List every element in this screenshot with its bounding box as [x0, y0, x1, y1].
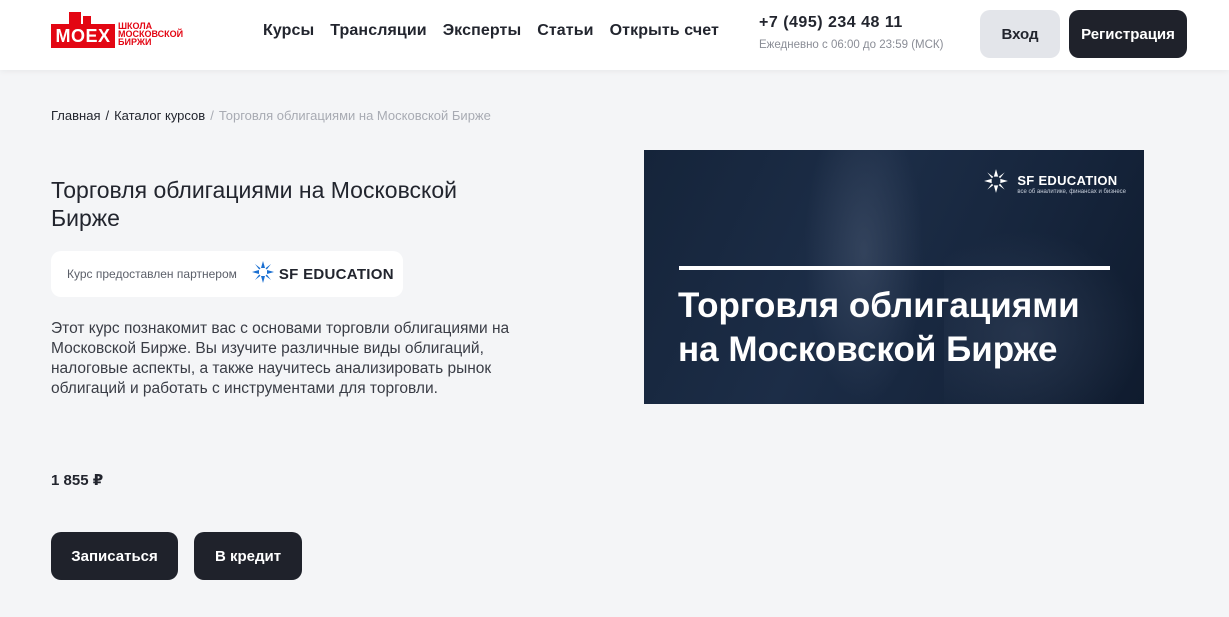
breadcrumb-catalog[interactable]: Каталог курсов	[114, 108, 205, 123]
banner-brand-text: SF EDUCATION все об аналитике, финансах …	[1017, 173, 1126, 195]
contact-block: +7 (495) 234 48 11 Ежедневно с 06:00 до …	[759, 14, 943, 51]
logo-subtitle: ШКОЛА МОСКОВСКОЙ БИРЖИ	[118, 22, 183, 47]
banner-title-line: на Московской Бирже	[678, 330, 1058, 369]
banner-brand-name: SF EDUCATION	[1017, 172, 1118, 188]
breadcrumb-separator: /	[105, 108, 110, 123]
nav-courses[interactable]: Курсы	[263, 22, 314, 40]
course-description: Этот курс познакомит вас с основами торг…	[51, 320, 510, 397]
nav-open-account[interactable]: Открыть счет	[610, 22, 719, 40]
course-price: 1 855 ₽	[51, 472, 104, 489]
site-header: MOEX ШКОЛА МОСКОВСКОЙ БИРЖИ Курсы Трансл…	[0, 0, 1229, 70]
partner-badge: Курс предоставлен партнером SF EDUCATION	[51, 251, 403, 297]
breadcrumb-separator: /	[210, 108, 214, 123]
sf-education-star-icon	[251, 260, 275, 289]
nav-experts[interactable]: Эксперты	[443, 22, 522, 40]
phone-number[interactable]: +7 (495) 234 48 11	[759, 14, 943, 32]
banner-title: Торговля облигациями на Московской Бирже	[678, 284, 1128, 372]
working-hours: Ежедневно с 06:00 до 23:59 (МСК)	[759, 39, 944, 51]
nav-broadcasts[interactable]: Трансляции	[330, 22, 426, 40]
main-nav: Курсы Трансляции Эксперты Статьи Открыть…	[263, 22, 719, 40]
partner-logo[interactable]: SF EDUCATION	[251, 260, 394, 289]
enroll-button[interactable]: Записаться	[51, 532, 178, 580]
login-button[interactable]: Вход	[980, 10, 1060, 58]
moex-logo-mark: MOEX	[51, 12, 115, 48]
logo-square	[69, 12, 81, 24]
logo-square-small	[83, 16, 91, 24]
banner-title-line: Торговля облигациями	[678, 286, 1080, 325]
banner-brand: SF EDUCATION все об аналитике, финансах …	[983, 168, 1126, 199]
logo-wordmark: MOEX	[51, 24, 115, 48]
partner-label: Курс предоставлен партнером	[67, 267, 237, 281]
banner-brand-tagline: все об аналитике, финансах и бизнесе	[1017, 188, 1126, 195]
register-button[interactable]: Регистрация	[1069, 10, 1187, 58]
nav-articles[interactable]: Статьи	[537, 22, 593, 40]
breadcrumb-home[interactable]: Главная	[51, 108, 100, 123]
banner-divider	[679, 266, 1110, 270]
breadcrumb: Главная / Каталог курсов / Торговля обли…	[51, 108, 491, 123]
moex-logo[interactable]: MOEX ШКОЛА МОСКОВСКОЙ БИРЖИ	[51, 12, 183, 48]
breadcrumb-current: Торговля облигациями на Московской Бирже	[218, 108, 491, 123]
sf-education-star-icon	[983, 168, 1009, 199]
logo-subtitle-line: БИРЖИ	[118, 37, 152, 47]
page-title: Торговля облигациями на Московской Бирже	[51, 177, 457, 231]
partner-name: SF EDUCATION	[278, 265, 394, 283]
course-banner: SF EDUCATION все об аналитике, финансах …	[644, 150, 1144, 404]
credit-button[interactable]: В кредит	[194, 532, 302, 580]
